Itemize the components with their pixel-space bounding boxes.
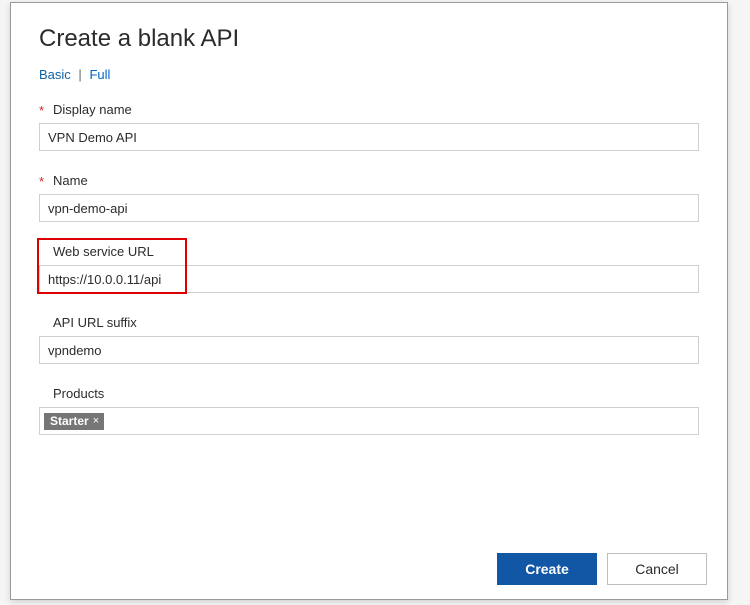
label-text: API URL suffix xyxy=(53,315,137,330)
create-api-dialog: Create a blank API Basic | Full * Displa… xyxy=(10,2,728,600)
dialog-title: Create a blank API xyxy=(39,25,699,53)
view-tabs: Basic | Full xyxy=(39,67,699,82)
api-url-suffix-input[interactable] xyxy=(39,336,699,364)
required-star-icon: * xyxy=(39,174,44,189)
cancel-button[interactable]: Cancel xyxy=(607,553,707,585)
label-text: Products xyxy=(53,386,104,401)
label-display-name: * Display name xyxy=(39,102,699,117)
dialog-body: Create a blank API Basic | Full * Displa… xyxy=(11,3,727,539)
label-web-service-url: Web service URL xyxy=(39,244,699,259)
display-name-input[interactable] xyxy=(39,123,699,151)
tab-full[interactable]: Full xyxy=(89,67,110,82)
field-products: Products Starter × xyxy=(39,386,699,435)
label-name: * Name xyxy=(39,173,699,188)
field-api-url-suffix: API URL suffix xyxy=(39,315,699,364)
label-text: Display name xyxy=(53,102,132,117)
required-star-icon: * xyxy=(39,103,44,118)
product-tag: Starter × xyxy=(44,413,104,430)
tab-basic[interactable]: Basic xyxy=(39,67,71,82)
web-service-url-input[interactable] xyxy=(39,265,699,293)
label-text: Name xyxy=(53,173,88,188)
products-tag-input[interactable]: Starter × xyxy=(39,407,699,435)
tab-separator: | xyxy=(78,67,81,82)
name-input[interactable] xyxy=(39,194,699,222)
remove-tag-icon[interactable]: × xyxy=(93,415,99,427)
dialog-backdrop: Create a blank API Basic | Full * Displa… xyxy=(0,0,750,605)
label-products: Products xyxy=(39,386,699,401)
label-text: Web service URL xyxy=(53,244,154,259)
create-button[interactable]: Create xyxy=(497,553,597,585)
dialog-footer: Create Cancel xyxy=(11,539,727,599)
label-api-url-suffix: API URL suffix xyxy=(39,315,699,330)
field-name: * Name xyxy=(39,173,699,222)
field-display-name: * Display name xyxy=(39,102,699,151)
product-tag-label: Starter xyxy=(50,414,89,428)
field-web-service-url: Web service URL xyxy=(39,244,699,293)
